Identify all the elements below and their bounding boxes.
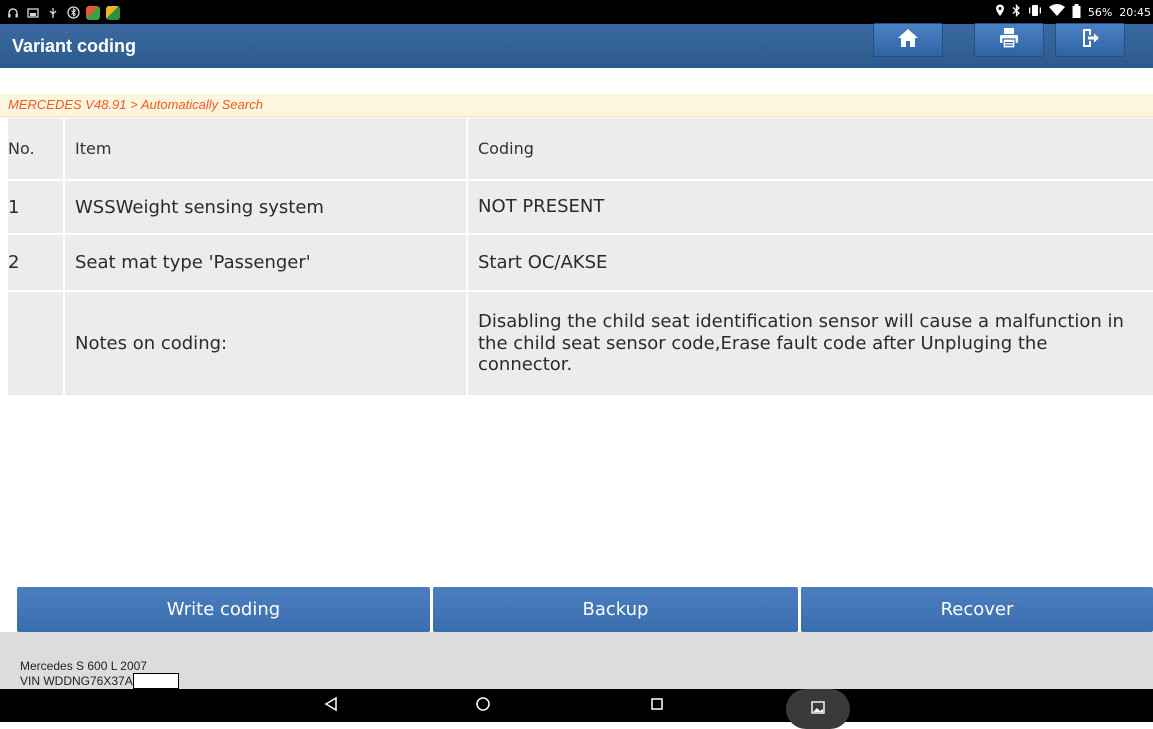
backup-button[interactable]: Backup bbox=[433, 587, 798, 632]
column-header-item: Item bbox=[65, 118, 468, 179]
page-title: Variant coding bbox=[12, 36, 137, 56]
action-bar: Write coding Backup Recover bbox=[17, 587, 1153, 632]
app-icon bbox=[106, 5, 120, 20]
table-row-notes: Notes on coding: Disabling the child sea… bbox=[8, 292, 1153, 397]
status-bar-left-icons bbox=[6, 5, 120, 20]
home-button[interactable] bbox=[873, 23, 943, 57]
breadcrumb: MERCEDES V48.91 > Automatically Search bbox=[0, 94, 1153, 117]
clock: 20:45 bbox=[1119, 5, 1151, 19]
battery-icon bbox=[1072, 3, 1081, 21]
row-number: 2 bbox=[8, 235, 65, 290]
home-nav-button[interactable] bbox=[468, 693, 498, 719]
image-icon bbox=[811, 699, 825, 718]
navigation-bar bbox=[0, 689, 1153, 729]
home-icon bbox=[897, 27, 919, 53]
location-icon bbox=[995, 4, 1005, 20]
circle-home-icon bbox=[475, 696, 491, 716]
breadcrumb-text: MERCEDES V48.91 > Automatically Search bbox=[8, 97, 263, 112]
app-icon bbox=[86, 5, 100, 20]
bluetooth-scan-icon bbox=[66, 6, 80, 20]
vehicle-vin: VIN WDDNG76X37A bbox=[20, 674, 133, 688]
battery-percent: 56% bbox=[1087, 5, 1113, 19]
status-bar-right-icons: 56% 20:45 bbox=[995, 3, 1151, 21]
screenshot-icon bbox=[26, 6, 40, 20]
notes-text: Disabling the child seat identification … bbox=[478, 311, 1124, 376]
back-button[interactable] bbox=[316, 693, 346, 719]
coding-table: No. Item Coding 1 WSSWeight sensing syst… bbox=[8, 118, 1153, 397]
row-coding: Start OC/AKSE bbox=[478, 251, 608, 273]
column-header-coding: Coding bbox=[478, 138, 534, 158]
usb-debug-icon bbox=[46, 6, 60, 20]
row-item: Seat mat type 'Passenger' bbox=[65, 235, 468, 290]
recents-button[interactable] bbox=[642, 693, 672, 719]
row-item: WSSWeight sensing system bbox=[65, 181, 468, 233]
headset-icon bbox=[6, 6, 20, 20]
exit-icon bbox=[1079, 27, 1101, 53]
row-number bbox=[8, 292, 65, 395]
vehicle-vin-line: VIN WDDNG76X37A bbox=[20, 673, 179, 689]
wifi-icon bbox=[1048, 4, 1065, 20]
row-coding: NOT PRESENT bbox=[478, 196, 605, 218]
column-header-no: No. bbox=[8, 118, 65, 179]
row-item: Notes on coding: bbox=[65, 292, 468, 395]
bluetooth-icon bbox=[1012, 3, 1021, 20]
table-row[interactable]: 1 WSSWeight sensing system NOT PRESENT bbox=[8, 181, 1153, 235]
print-button[interactable] bbox=[974, 23, 1044, 57]
screenshot-button[interactable] bbox=[786, 689, 850, 729]
table-row[interactable]: 2 Seat mat type 'Passenger' Start OC/AKS… bbox=[8, 235, 1153, 292]
table-header-row: No. Item Coding bbox=[8, 118, 1153, 181]
print-icon bbox=[998, 27, 1020, 53]
write-coding-button[interactable]: Write coding bbox=[17, 587, 430, 632]
vin-redaction-box bbox=[132, 673, 179, 689]
vehicle-info: Mercedes S 600 L 2007 VIN WDDNG76X37A bbox=[0, 632, 1153, 689]
recover-button[interactable]: Recover bbox=[801, 587, 1153, 632]
vibrate-icon bbox=[1028, 4, 1042, 20]
row-number: 1 bbox=[8, 181, 65, 233]
exit-button[interactable] bbox=[1055, 23, 1125, 57]
status-bar: 56% 20:45 bbox=[0, 0, 1153, 24]
vehicle-model: Mercedes S 600 L 2007 bbox=[20, 659, 147, 673]
square-recents-icon bbox=[649, 696, 665, 716]
back-icon bbox=[323, 696, 339, 716]
